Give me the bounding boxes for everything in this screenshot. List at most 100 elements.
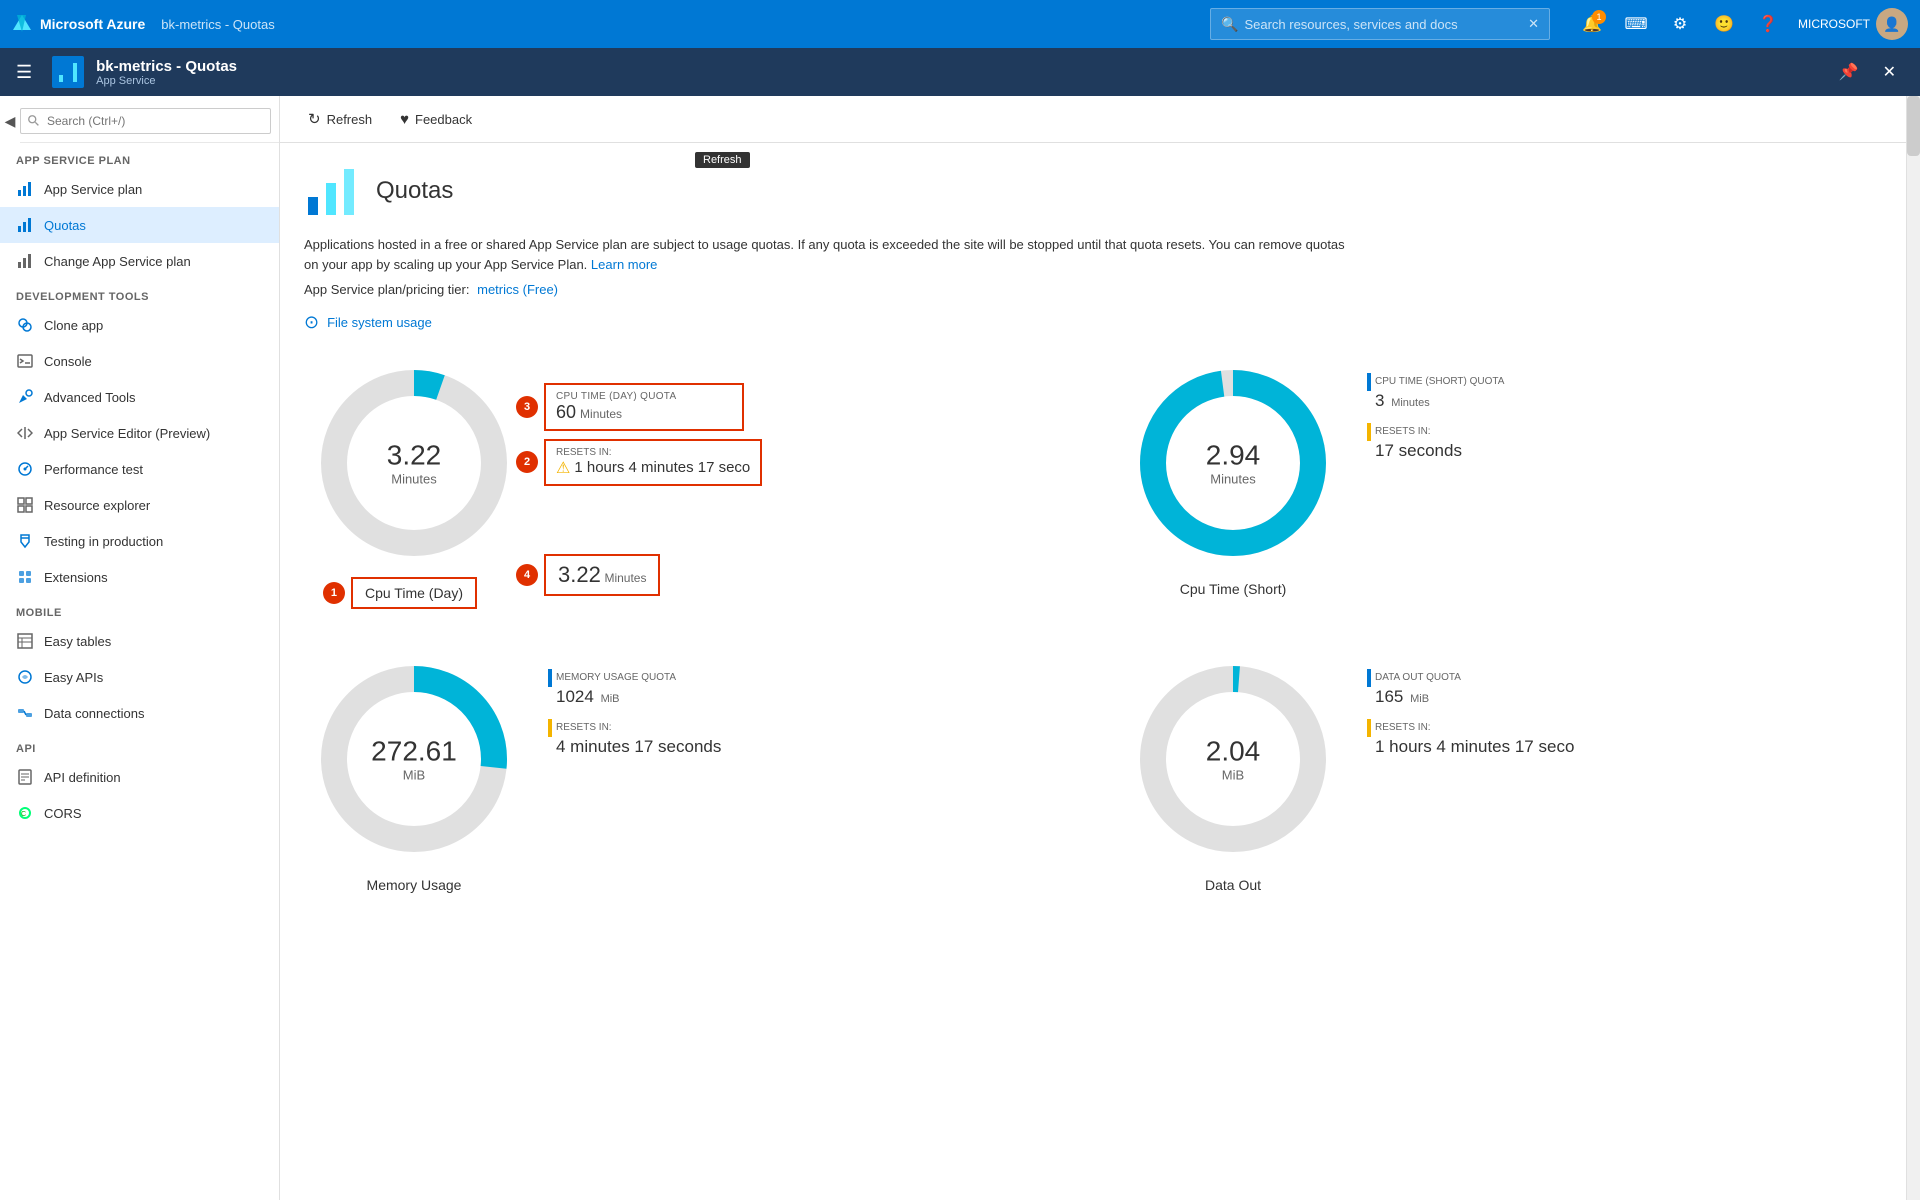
learn-more-link[interactable]: Learn more: [591, 257, 657, 272]
sidebar-item-cors[interactable]: C CORS: [0, 795, 279, 831]
cpu-day-quota-value: 60: [556, 402, 576, 423]
refresh-icon: ↻: [308, 110, 321, 128]
resource-explorer-icon: [16, 496, 34, 514]
cpu-day-current-unit: Minutes: [604, 571, 646, 585]
app-service-plan-icon: [16, 180, 34, 198]
cpu-short-donut: 2.94 Minutes Cpu Time (Short): [1123, 353, 1343, 597]
search-clear-icon[interactable]: ✕: [1528, 16, 1539, 32]
app-service-editor-icon: [16, 424, 34, 442]
sidebar-search-area: [20, 100, 279, 143]
cpu-day-title-callout: Cpu Time (Day): [351, 577, 477, 609]
console-icon: [16, 352, 34, 370]
sidebar-item-easy-apis[interactable]: Easy APIs: [0, 659, 279, 695]
settings-button[interactable]: ⚙: [1662, 6, 1698, 42]
api-definition-label: API definition: [44, 770, 121, 785]
cpu-day-resets-callout: RESETS IN: ⚠ 1 hours 4 minutes 17 seco: [544, 439, 762, 486]
cpu-day-current-callout: 3.22 Minutes: [544, 554, 660, 596]
memory-title: Memory Usage: [304, 877, 524, 893]
close-button[interactable]: ✕: [1875, 58, 1904, 86]
feedback-icon: ♥: [400, 111, 409, 128]
user-avatar: 👤: [1876, 8, 1908, 40]
search-input[interactable]: [1244, 17, 1524, 32]
refresh-tooltip: Refresh: [695, 152, 750, 168]
refresh-button[interactable]: ↻ Refresh: [296, 104, 384, 134]
data-out-quota-label: DATA OUT QUOTA: [1375, 672, 1461, 683]
sidebar: ◀ APP SERVICE PLAN App Service plan Quot…: [0, 96, 280, 1200]
resource-bar-actions: 📌 ✕: [1831, 58, 1904, 86]
feedback-button[interactable]: ♥ Feedback: [388, 105, 484, 134]
sidebar-item-api-definition[interactable]: API definition: [0, 759, 279, 795]
sidebar-item-performance-test[interactable]: Performance test: [0, 451, 279, 487]
scrollbar[interactable]: [1906, 96, 1920, 1200]
sidebar-item-extensions[interactable]: Extensions: [0, 559, 279, 595]
cpu-short-title: Cpu Time (Short): [1123, 581, 1343, 597]
quotas-label: Quotas: [44, 218, 86, 233]
performance-test-label: Performance test: [44, 462, 143, 477]
page-description-text: Applications hosted in a free or shared …: [304, 237, 1345, 272]
cpu-short-quota-label: CPU TIME (SHORT) QUOTA: [1375, 376, 1504, 387]
data-connections-label: Data connections: [44, 706, 144, 721]
testing-in-production-label: Testing in production: [44, 534, 163, 549]
smiley-button[interactable]: 🙂: [1706, 6, 1742, 42]
page-description: Applications hosted in a free or shared …: [304, 235, 1354, 274]
cpu-day-donut: 3.22Minutes: [304, 353, 524, 573]
cpu-day-resets-label: RESETS IN:: [556, 447, 750, 458]
data-out-donut: 2.04 MiB Data Out: [1123, 649, 1343, 893]
advanced-tools-icon: [16, 388, 34, 406]
sidebar-item-app-service-editor[interactable]: App Service Editor (Preview): [0, 415, 279, 451]
sidebar-collapse-button[interactable]: ◀: [0, 102, 20, 142]
azure-logo-text: Microsoft Azure: [40, 16, 145, 32]
cpu-day-quota-callout: CPU TIME (DAY) QUOTA 60 Minutes: [544, 383, 744, 431]
data-connections-icon: [16, 704, 34, 722]
memory-resets-label: RESETS IN:: [556, 722, 612, 733]
easy-tables-icon: [16, 632, 34, 650]
sidebar-item-app-service-plan[interactable]: App Service plan: [0, 171, 279, 207]
app-service-plan-label: App Service plan: [44, 182, 142, 197]
page-content: Quotas Applications hosted in a free or …: [280, 143, 1906, 913]
cpu-day-resets-value: 1 hours 4 minutes 17 seco: [574, 459, 750, 476]
sidebar-item-data-connections[interactable]: Data connections: [0, 695, 279, 731]
resource-title: bk-metrics - Quotas: [96, 58, 237, 75]
plan-link[interactable]: metrics (Free): [477, 282, 558, 297]
clone-app-icon: [16, 316, 34, 334]
cors-icon: C: [16, 804, 34, 822]
user-menu[interactable]: MICROSOFT 👤: [1798, 8, 1908, 40]
file-system-icon: ⊙: [304, 312, 319, 333]
pin-button[interactable]: 📌: [1831, 58, 1867, 86]
sidebar-item-easy-tables[interactable]: Easy tables: [0, 623, 279, 659]
change-plan-icon: [16, 252, 34, 270]
memory-quota-label: MEMORY USAGE QUOTA: [556, 672, 676, 683]
sidebar-item-advanced-tools[interactable]: Advanced Tools: [0, 379, 279, 415]
sidebar-item-quotas[interactable]: Quotas: [0, 207, 279, 243]
toolbar: ↻ Refresh Refresh ♥ Feedback: [280, 96, 1906, 143]
main-layout: ◀ APP SERVICE PLAN App Service plan Quot…: [0, 96, 1920, 1200]
notifications-button[interactable]: 🔔 1: [1574, 6, 1610, 42]
top-nav-icons: 🔔 1 ⌨ ⚙ 🙂 ❓ MICROSOFT 👤: [1574, 6, 1908, 42]
cpu-short-quota-sub: Minutes: [1391, 397, 1430, 409]
sidebar-section-dev-tools: DEVELOPMENT TOOLS: [0, 279, 279, 307]
sidebar-item-resource-explorer[interactable]: Resource explorer: [0, 487, 279, 523]
sidebar-item-change-plan[interactable]: Change App Service plan: [0, 243, 279, 279]
help-button[interactable]: ❓: [1750, 6, 1786, 42]
hamburger-menu[interactable]: ☰: [16, 62, 32, 83]
cpu-day-current-value: 3.22: [558, 562, 601, 587]
data-out-resets-item: RESETS IN: 1 hours 4 minutes 17 seco: [1367, 719, 1574, 757]
quotas-icon: [16, 216, 34, 234]
sidebar-item-clone-app[interactable]: Clone app: [0, 307, 279, 343]
easy-tables-label: Easy tables: [44, 634, 111, 649]
sidebar-search-input[interactable]: [20, 108, 271, 134]
sidebar-item-testing-in-production[interactable]: Testing in production: [0, 523, 279, 559]
cloud-shell-button[interactable]: ⌨: [1618, 6, 1654, 42]
cors-label: CORS: [44, 806, 82, 821]
global-search[interactable]: 🔍 ✕: [1210, 8, 1550, 40]
azure-logo: Microsoft Azure: [12, 14, 145, 34]
cpu-short-resets-item: RESETS IN: 17 seconds: [1367, 423, 1504, 461]
sidebar-section-mobile: MOBILE: [0, 595, 279, 623]
cpu-short-resets-label: RESETS IN:: [1375, 426, 1431, 437]
easy-apis-icon: [16, 668, 34, 686]
file-system-usage-link[interactable]: ⊙ File system usage: [304, 312, 1882, 333]
memory-quota-item: MEMORY USAGE QUOTA 1024 MiB: [548, 669, 721, 707]
sidebar-item-console[interactable]: Console: [0, 343, 279, 379]
search-icon: 🔍: [1221, 16, 1238, 33]
cpu-short-quota-value: 3: [1375, 391, 1384, 410]
